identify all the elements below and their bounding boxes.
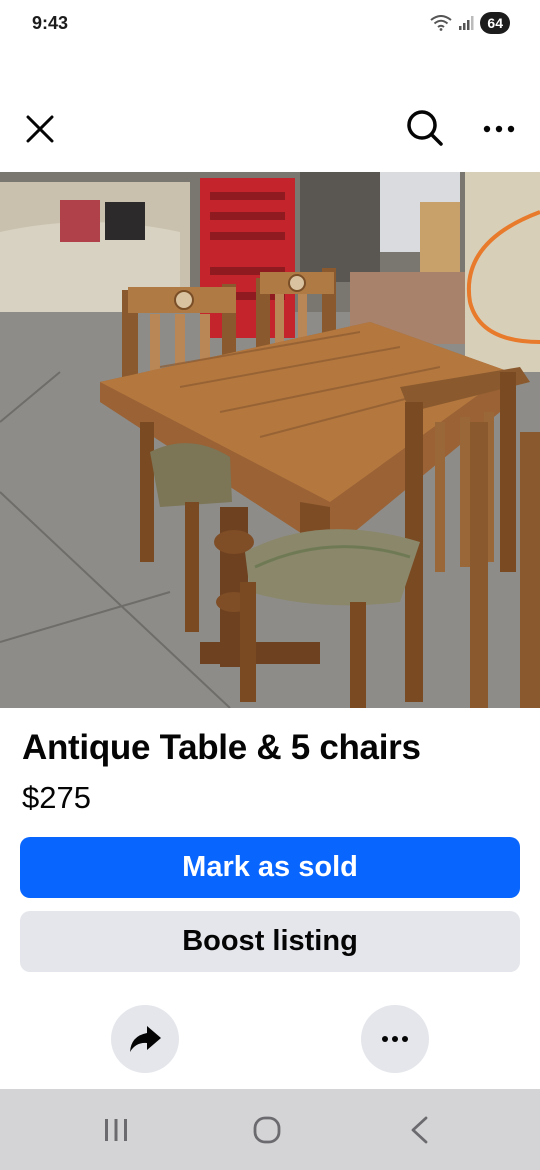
listing-photo[interactable]	[0, 172, 540, 708]
search-icon	[407, 110, 443, 146]
listing-price: $275	[22, 780, 91, 815]
signal-icon	[459, 16, 474, 30]
boost-listing-button[interactable]: Boost listing	[20, 911, 520, 972]
home-button[interactable]	[237, 1109, 297, 1151]
back-button[interactable]	[389, 1109, 449, 1151]
more-actions-button[interactable]	[361, 1005, 429, 1073]
status-icons: 64	[430, 12, 510, 34]
more-icon	[382, 1036, 408, 1042]
top-bar	[0, 95, 540, 161]
share-icon	[130, 1026, 161, 1052]
back-icon	[411, 1116, 428, 1144]
close-icon	[26, 115, 54, 143]
search-button[interactable]	[402, 105, 448, 151]
close-button[interactable]	[18, 107, 62, 151]
status-bar: 9:43 64	[0, 0, 540, 50]
table-photo-illustration	[0, 172, 540, 708]
mark-as-sold-button[interactable]: Mark as sold	[20, 837, 520, 898]
system-nav-bar	[0, 1089, 540, 1170]
recent-apps-icon	[105, 1119, 127, 1141]
more-icon	[483, 125, 515, 133]
wifi-icon	[430, 15, 453, 31]
home-icon	[253, 1116, 281, 1144]
recent-apps-button[interactable]	[86, 1109, 146, 1151]
status-time: 9:43	[32, 13, 69, 33]
share-button[interactable]	[111, 1005, 179, 1073]
listing-title: Antique Table & 5 chairs	[22, 728, 421, 767]
more-options-button[interactable]	[476, 107, 522, 151]
battery-badge: 64	[480, 12, 510, 34]
